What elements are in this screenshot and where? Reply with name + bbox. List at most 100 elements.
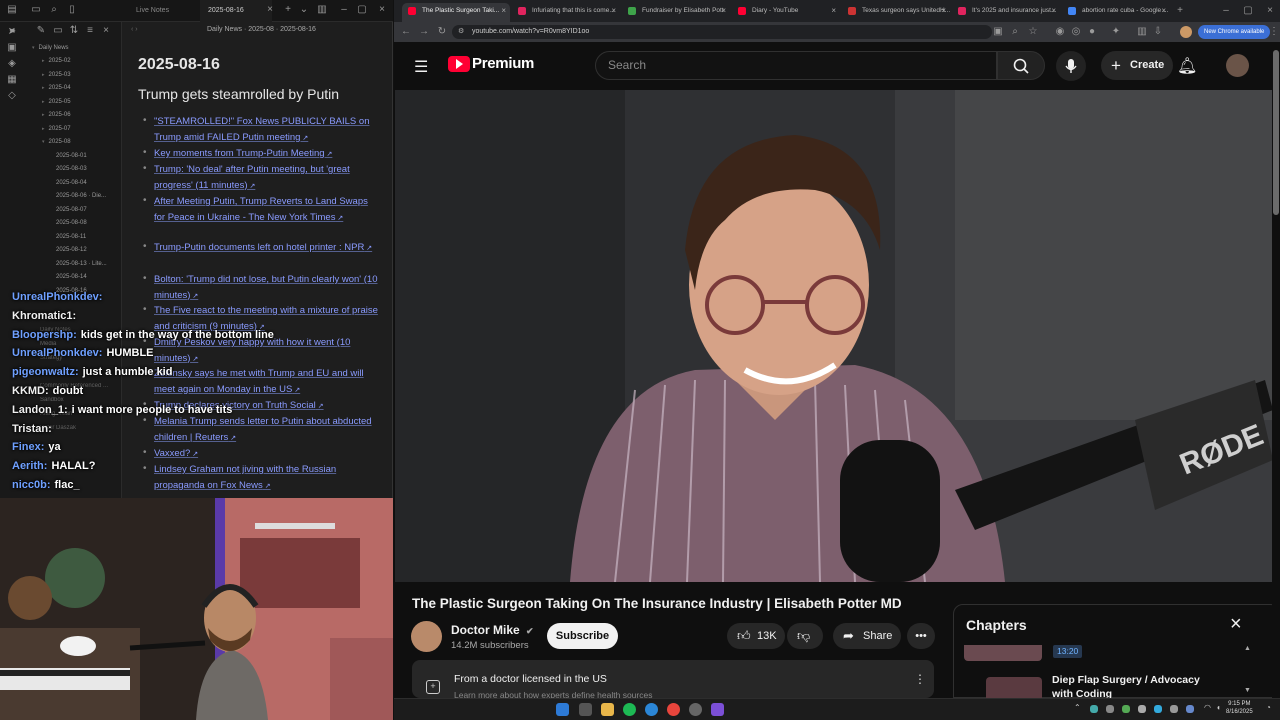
news-link[interactable]: Trump: 'No deal' after Putin meeting, bu… bbox=[154, 162, 379, 194]
close-chapters-icon[interactable]: × bbox=[1230, 613, 1242, 636]
channel-name[interactable]: Doctor Mike ✔ bbox=[451, 623, 534, 637]
site-info-icon[interactable]: ⚙ bbox=[458, 25, 464, 39]
channel-avatar[interactable] bbox=[411, 621, 442, 652]
page-scrollbar[interactable] bbox=[1272, 42, 1280, 698]
close-icon[interactable]: × bbox=[100, 25, 112, 37]
bookmark-star-icon[interactable]: ☆ bbox=[1027, 26, 1039, 38]
chevron-down-icon[interactable]: ⌄ bbox=[298, 4, 310, 16]
chapter-timestamp[interactable]: 13:20 bbox=[1053, 645, 1083, 658]
browser-tab[interactable]: It's 2025 and insurance just... × bbox=[952, 3, 1060, 22]
profile-avatar[interactable] bbox=[1180, 26, 1192, 38]
sidebar-item[interactable]: 2025-08-13 · Lite... bbox=[56, 261, 107, 267]
notifications-bell-icon[interactable]: 🔔︎ bbox=[1177, 56, 1197, 76]
scroll-up-icon[interactable]: ▲ bbox=[1244, 645, 1251, 652]
more-actions-button[interactable]: ••• bbox=[907, 623, 935, 649]
tab-2025-08-16[interactable]: 2025-08-16 bbox=[200, 0, 272, 22]
update-chrome-badge[interactable]: New Chrome available bbox=[1198, 25, 1271, 39]
sidebar-item[interactable]: ▸ 2025-03 bbox=[42, 72, 71, 78]
close-tab-icon[interactable]: × bbox=[831, 3, 836, 19]
search-button[interactable] bbox=[997, 51, 1045, 80]
minimize-icon[interactable]: – bbox=[338, 4, 350, 16]
menu-dots-icon[interactable]: ⋮ bbox=[1268, 26, 1280, 38]
sidebar-toggle-icon[interactable]: ▤ bbox=[6, 4, 18, 16]
folder-icon[interactable]: ▭ bbox=[30, 4, 42, 16]
puzzle-icon[interactable]: ✦ bbox=[1110, 26, 1122, 38]
tray-icon-3[interactable] bbox=[1122, 705, 1130, 713]
chapter-thumbnail[interactable] bbox=[964, 645, 1042, 661]
browser-tab[interactable]: Texas surgeon says UnitedH... × bbox=[842, 3, 950, 22]
new-tab-icon[interactable]: + bbox=[282, 4, 294, 16]
sidebar-item[interactable]: 2025-08-01 bbox=[56, 153, 87, 159]
voice-search-button[interactable] bbox=[1056, 51, 1086, 81]
canvas-icon[interactable]: ◇ bbox=[6, 90, 18, 102]
new-note-icon[interactable]: ✎ bbox=[35, 25, 47, 37]
side-panel-icon[interactable]: ▥ bbox=[1136, 26, 1148, 38]
chapter-thumbnail[interactable] bbox=[986, 677, 1042, 699]
close-tab-icon[interactable]: × bbox=[611, 3, 616, 19]
obs-icon[interactable] bbox=[689, 703, 702, 716]
youtube-logo-icon[interactable] bbox=[448, 56, 470, 72]
browser-tab[interactable]: Diary - YouTube × bbox=[732, 3, 840, 22]
sidebar-item[interactable]: 2025-08-08 bbox=[56, 220, 87, 226]
close-tab-icon[interactable]: × bbox=[501, 3, 506, 19]
close-window-icon[interactable]: × bbox=[1264, 5, 1276, 17]
sidebar-item[interactable]: ▸ 2025-02 bbox=[42, 58, 71, 64]
zoom-icon[interactable]: ⌕ bbox=[1009, 26, 1021, 38]
address-bar[interactable]: ⚙ youtube.com/watch?v=R0vm8YID1oo bbox=[452, 25, 992, 39]
sidebar-item[interactable]: ▸ 2025-05 bbox=[42, 99, 71, 105]
search-icon[interactable]: ⌕ bbox=[48, 4, 60, 16]
chapter-title[interactable]: Diep Flap Surgery / Advocacy with Coding bbox=[1052, 673, 1222, 699]
tray-icon-1[interactable] bbox=[1090, 705, 1098, 713]
spotify-icon[interactable] bbox=[623, 703, 636, 716]
chrome-icon[interactable] bbox=[667, 703, 680, 716]
sidebar-item[interactable]: ▸ 2025-04 bbox=[42, 85, 71, 91]
hamburger-menu-icon[interactable]: ☰ bbox=[414, 57, 428, 77]
browser-tab[interactable]: Infuriating that this is come... × bbox=[512, 3, 620, 22]
extension-icon[interactable]: ◉ bbox=[1054, 26, 1066, 38]
close-tab-icon[interactable]: × bbox=[1051, 3, 1056, 19]
browser-tab[interactable]: The Plastic Surgeon Taki... × bbox=[402, 3, 510, 22]
reload-icon[interactable]: ↻ bbox=[436, 26, 448, 38]
sidebar-item[interactable]: 2025-08-14 bbox=[56, 274, 87, 280]
sort-icon[interactable]: ⇅ bbox=[68, 25, 80, 37]
sidebar-item[interactable]: ▾ 2025-08 bbox=[42, 139, 71, 145]
tray-icon-5[interactable] bbox=[1154, 705, 1162, 713]
extension-icon-2[interactable]: ◎ bbox=[1070, 26, 1082, 38]
share-button[interactable]: ➦ Share bbox=[833, 623, 901, 649]
taskbar-clock[interactable]: 9:15 PM 8/16/2025 bbox=[1226, 700, 1253, 716]
search-input[interactable]: Search bbox=[595, 51, 997, 80]
news-link[interactable]: After Meeting Putin, Trump Reverts to La… bbox=[154, 194, 379, 226]
account-avatar[interactable] bbox=[1226, 54, 1249, 77]
tray-icon-4[interactable] bbox=[1138, 705, 1146, 713]
calendar-icon[interactable]: ▦ bbox=[6, 74, 18, 86]
close-tab-icon[interactable]: × bbox=[721, 3, 726, 19]
close-window-icon[interactable]: × bbox=[376, 4, 388, 16]
info-menu-icon[interactable]: ⋮ bbox=[914, 672, 926, 686]
sidebar-item[interactable]: 2025-08-12 bbox=[56, 247, 87, 253]
like-button[interactable]: 👍︎ 13K bbox=[727, 623, 785, 649]
sidebar-item[interactable]: 2025-08-07 bbox=[56, 207, 87, 213]
breadcrumb[interactable]: Daily News · 2025-08 · 2025-08-16 bbox=[207, 26, 316, 33]
minimize-icon[interactable]: – bbox=[1220, 5, 1232, 17]
subscribe-button[interactable]: Subscribe bbox=[547, 623, 618, 649]
premium-logo-text[interactable]: Premium bbox=[472, 55, 534, 72]
close-tab-icon[interactable]: × bbox=[264, 4, 276, 16]
news-link[interactable]: "STEAMROLLED!" Fox News PUBLICLY BAILS o… bbox=[154, 114, 379, 146]
new-tab-icon[interactable]: + bbox=[1174, 5, 1186, 17]
close-tab-icon[interactable]: × bbox=[941, 3, 946, 19]
sidebar-item[interactable]: ▸ 2025-06 bbox=[42, 112, 71, 118]
volume-icon[interactable]: ◖ bbox=[1216, 703, 1221, 712]
sidebar-item[interactable]: 2025-08-11 bbox=[56, 234, 86, 240]
files-icon[interactable]: ▣ bbox=[6, 42, 18, 54]
maximize-icon[interactable]: ▢ bbox=[1242, 5, 1254, 17]
collapse-icon[interactable]: ≡ bbox=[84, 25, 96, 37]
dislike-button[interactable]: 👎︎ bbox=[787, 623, 823, 649]
extension-icon-3[interactable]: ● bbox=[1086, 26, 1098, 38]
graph-icon[interactable]: ◈ bbox=[6, 58, 18, 70]
start-icon[interactable] bbox=[556, 703, 569, 716]
download-icon[interactable]: ⇩ bbox=[1152, 26, 1164, 38]
sidebar-item[interactable]: 2025-08-04 bbox=[56, 180, 87, 186]
tray-chevron-icon[interactable]: ⌃ bbox=[1074, 703, 1081, 712]
create-button[interactable]: + Create bbox=[1101, 51, 1173, 80]
news-link[interactable]: Trump-Putin documents left on hotel prin… bbox=[154, 240, 379, 257]
